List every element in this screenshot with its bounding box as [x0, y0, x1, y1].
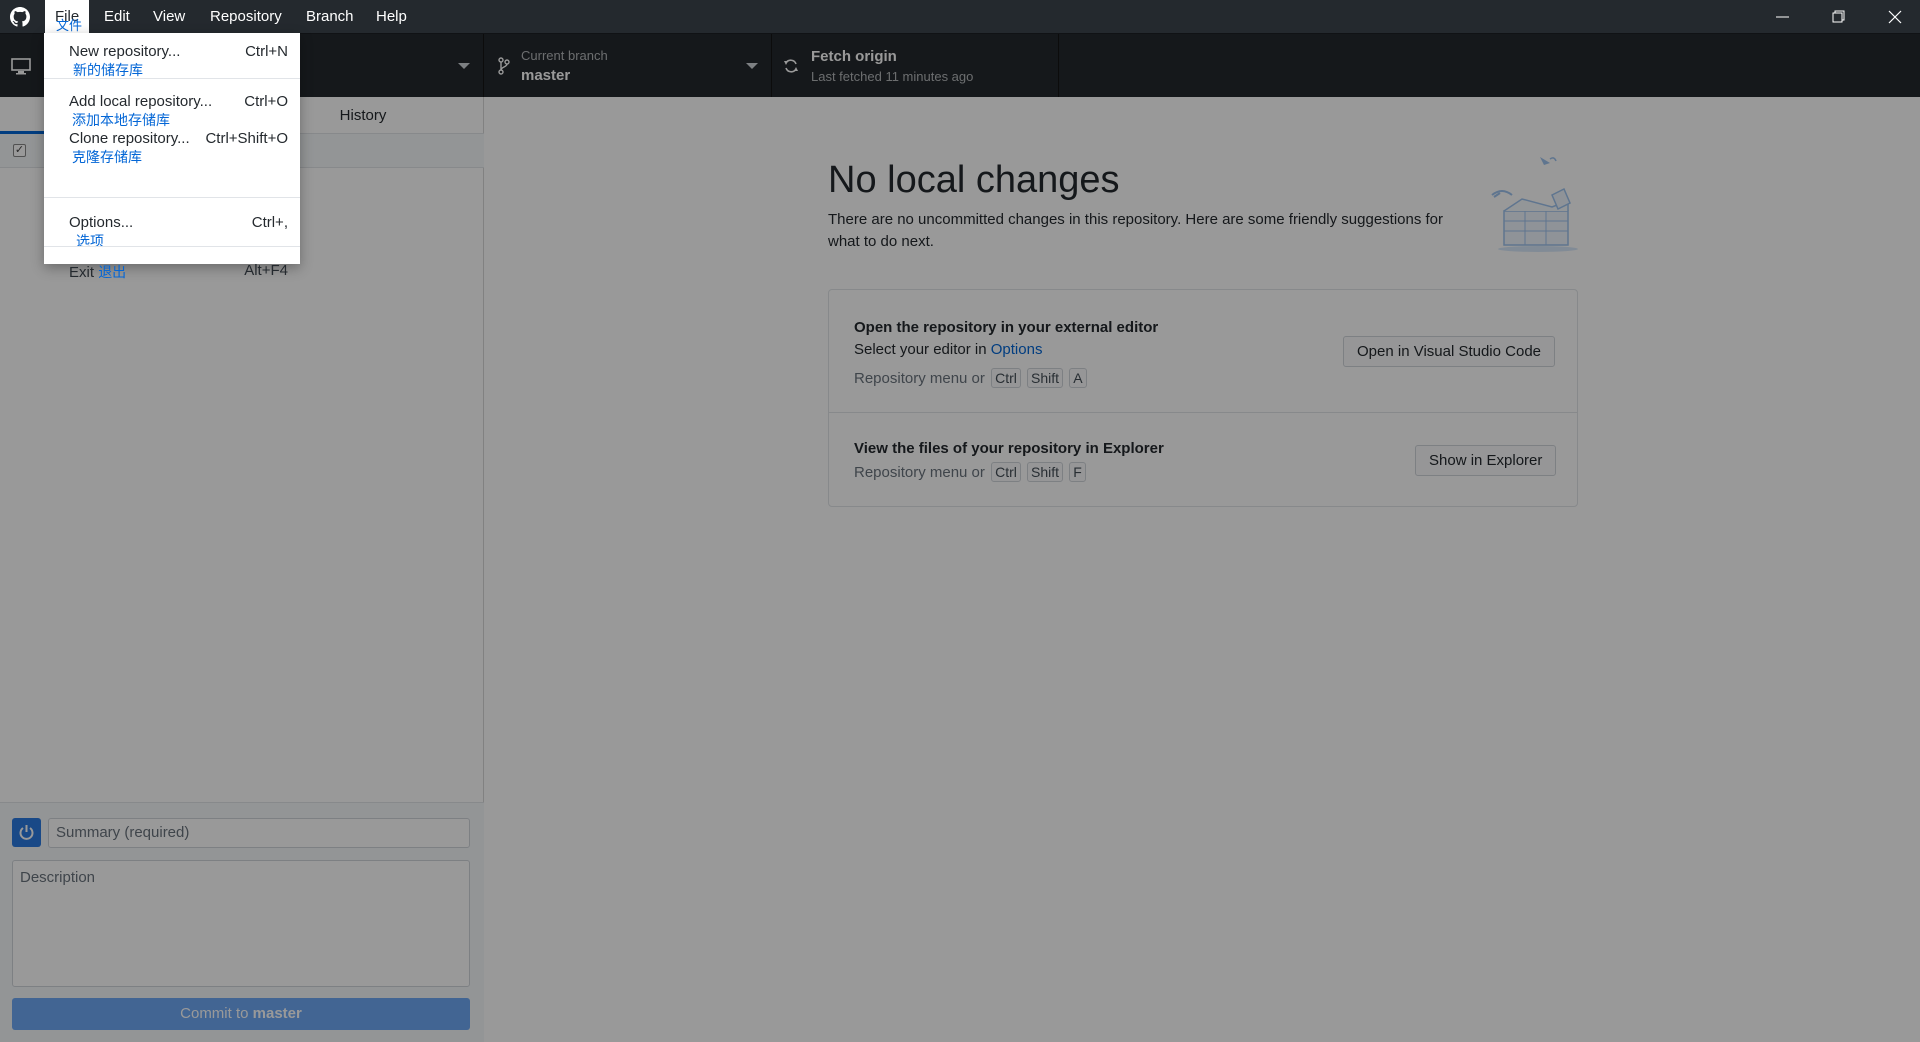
- menu-item-shortcut: Alt+F4: [244, 262, 288, 279]
- menu-view[interactable]: View: [143, 0, 195, 33]
- menu-item-label: New repository...: [69, 43, 181, 60]
- menu-item-add-local-repository[interactable]: Add local repository... Ctrl+O 添加本地存储库: [44, 79, 300, 128]
- menu-item-annotation: 克隆存储库: [72, 149, 142, 165]
- menu-file-annotation: 文件: [56, 18, 83, 33]
- menu-repository[interactable]: Repository: [200, 0, 292, 33]
- menu-help[interactable]: Help: [366, 0, 417, 33]
- menu-item-clone-repository[interactable]: Clone repository... Ctrl+Shift+O 克隆存储库: [44, 115, 300, 197]
- menu-item-label: Add local repository...: [69, 93, 213, 110]
- close-button[interactable]: [1866, 0, 1920, 33]
- minimize-button[interactable]: [1754, 0, 1810, 33]
- minimize-icon: [1776, 16, 1789, 18]
- file-menu-dropdown: New repository... Ctrl+N 新的储存库 Add local…: [44, 33, 300, 281]
- menu-item-label: Clone repository...: [69, 130, 190, 147]
- menu-item-shortcut: Ctrl+O: [244, 93, 288, 110]
- menu-item-label: Exit 退出: [69, 262, 126, 282]
- menu-branch[interactable]: Branch: [296, 0, 364, 33]
- restore-icon: [1832, 10, 1845, 23]
- menu-item-shortcut: Ctrl+Shift+O: [205, 130, 288, 147]
- menu-item-shortcut: Ctrl+N: [245, 43, 288, 60]
- menu-item-label-text: Exit: [69, 264, 95, 281]
- menu-file[interactable]: File 文件: [45, 0, 90, 33]
- menu-item-exit[interactable]: Exit 退出 Alt+F4: [44, 247, 300, 281]
- menu-item-options[interactable]: Options... Ctrl+, 选项: [44, 198, 300, 249]
- menu-item-label: Options...: [69, 214, 134, 231]
- menu-item-shortcut: Ctrl+,: [251, 214, 288, 231]
- github-logo-icon: [10, 7, 30, 27]
- menu-item-new-repository[interactable]: New repository... Ctrl+N 新的储存库: [44, 33, 300, 78]
- menu-item-annotation: 新的储存库: [73, 62, 143, 78]
- close-icon: [1888, 10, 1902, 24]
- restore-button[interactable]: [1810, 0, 1866, 33]
- menu-item-annotation: 退出: [98, 264, 127, 280]
- title-bar: File 文件 Edit View Repository Branch Help: [0, 0, 1920, 33]
- menu-edit[interactable]: Edit: [94, 0, 140, 33]
